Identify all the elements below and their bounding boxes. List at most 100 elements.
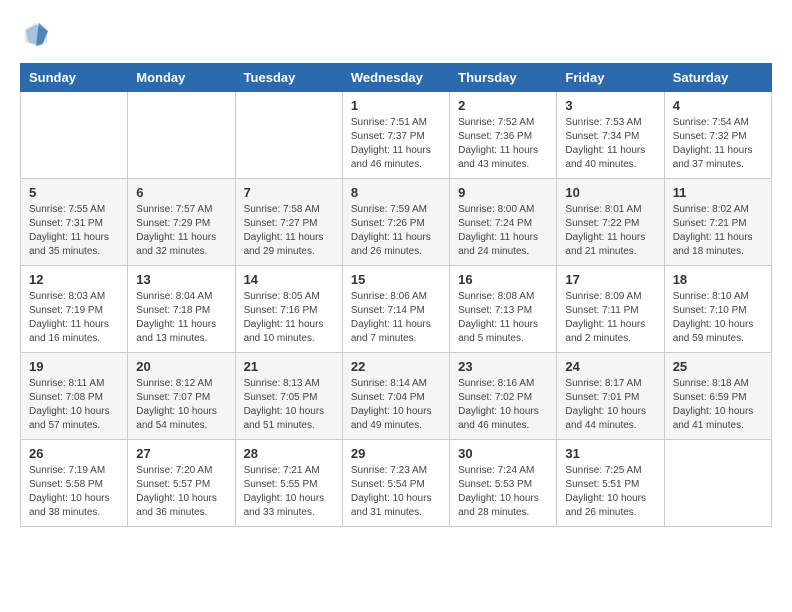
- calendar-cell: 9 Sunrise: 8:00 AMSunset: 7:24 PMDayligh…: [450, 179, 557, 266]
- calendar-week-row: 5 Sunrise: 7:55 AMSunset: 7:31 PMDayligh…: [21, 179, 772, 266]
- day-number: 6: [136, 185, 226, 200]
- day-number: 23: [458, 359, 548, 374]
- calendar-cell: 25 Sunrise: 8:18 AMSunset: 6:59 PMDaylig…: [664, 353, 771, 440]
- day-info: Sunrise: 7:59 AMSunset: 7:26 PMDaylight:…: [351, 204, 431, 257]
- calendar-cell: 11 Sunrise: 8:02 AMSunset: 7:21 PMDaylig…: [664, 179, 771, 266]
- day-info: Sunrise: 8:01 AMSunset: 7:22 PMDaylight:…: [565, 204, 645, 257]
- day-number: 7: [244, 185, 334, 200]
- calendar-cell: 8 Sunrise: 7:59 AMSunset: 7:26 PMDayligh…: [342, 179, 449, 266]
- day-number: 31: [565, 446, 655, 461]
- day-info: Sunrise: 7:55 AMSunset: 7:31 PMDaylight:…: [29, 204, 109, 257]
- calendar-cell: 22 Sunrise: 8:14 AMSunset: 7:04 PMDaylig…: [342, 353, 449, 440]
- day-info: Sunrise: 8:14 AMSunset: 7:04 PMDaylight:…: [351, 378, 432, 431]
- page-header: [20, 20, 772, 53]
- day-info: Sunrise: 7:23 AMSunset: 5:54 PMDaylight:…: [351, 465, 432, 518]
- day-number: 10: [565, 185, 655, 200]
- calendar-cell: 5 Sunrise: 7:55 AMSunset: 7:31 PMDayligh…: [21, 179, 128, 266]
- calendar-cell: 27 Sunrise: 7:20 AMSunset: 5:57 PMDaylig…: [128, 440, 235, 527]
- calendar-cell: 30 Sunrise: 7:24 AMSunset: 5:53 PMDaylig…: [450, 440, 557, 527]
- calendar-cell: [21, 92, 128, 179]
- day-number: 29: [351, 446, 441, 461]
- day-number: 5: [29, 185, 119, 200]
- day-info: Sunrise: 8:16 AMSunset: 7:02 PMDaylight:…: [458, 378, 539, 431]
- day-number: 22: [351, 359, 441, 374]
- calendar-cell: 1 Sunrise: 7:51 AMSunset: 7:37 PMDayligh…: [342, 92, 449, 179]
- weekday-header-monday: Monday: [128, 64, 235, 92]
- day-info: Sunrise: 8:02 AMSunset: 7:21 PMDaylight:…: [673, 204, 753, 257]
- calendar-cell: 7 Sunrise: 7:58 AMSunset: 7:27 PMDayligh…: [235, 179, 342, 266]
- calendar-cell: 18 Sunrise: 8:10 AMSunset: 7:10 PMDaylig…: [664, 266, 771, 353]
- day-number: 3: [565, 98, 655, 113]
- calendar-cell: 21 Sunrise: 8:13 AMSunset: 7:05 PMDaylig…: [235, 353, 342, 440]
- day-info: Sunrise: 7:57 AMSunset: 7:29 PMDaylight:…: [136, 204, 216, 257]
- logo-icon: [22, 20, 50, 48]
- calendar-cell: 16 Sunrise: 8:08 AMSunset: 7:13 PMDaylig…: [450, 266, 557, 353]
- day-info: Sunrise: 8:17 AMSunset: 7:01 PMDaylight:…: [565, 378, 646, 431]
- day-number: 18: [673, 272, 763, 287]
- calendar-cell: 20 Sunrise: 8:12 AMSunset: 7:07 PMDaylig…: [128, 353, 235, 440]
- day-number: 30: [458, 446, 548, 461]
- calendar-cell: 19 Sunrise: 8:11 AMSunset: 7:08 PMDaylig…: [21, 353, 128, 440]
- calendar-week-row: 12 Sunrise: 8:03 AMSunset: 7:19 PMDaylig…: [21, 266, 772, 353]
- day-info: Sunrise: 7:58 AMSunset: 7:27 PMDaylight:…: [244, 204, 324, 257]
- day-number: 26: [29, 446, 119, 461]
- calendar-cell: 17 Sunrise: 8:09 AMSunset: 7:11 PMDaylig…: [557, 266, 664, 353]
- day-number: 27: [136, 446, 226, 461]
- calendar-cell: 4 Sunrise: 7:54 AMSunset: 7:32 PMDayligh…: [664, 92, 771, 179]
- day-number: 15: [351, 272, 441, 287]
- day-info: Sunrise: 8:13 AMSunset: 7:05 PMDaylight:…: [244, 378, 325, 431]
- calendar-cell: 23 Sunrise: 8:16 AMSunset: 7:02 PMDaylig…: [450, 353, 557, 440]
- day-number: 16: [458, 272, 548, 287]
- calendar-cell: 26 Sunrise: 7:19 AMSunset: 5:58 PMDaylig…: [21, 440, 128, 527]
- day-number: 24: [565, 359, 655, 374]
- day-info: Sunrise: 8:12 AMSunset: 7:07 PMDaylight:…: [136, 378, 217, 431]
- day-info: Sunrise: 8:06 AMSunset: 7:14 PMDaylight:…: [351, 291, 431, 344]
- day-number: 28: [244, 446, 334, 461]
- calendar-cell: 10 Sunrise: 8:01 AMSunset: 7:22 PMDaylig…: [557, 179, 664, 266]
- calendar-cell: 12 Sunrise: 8:03 AMSunset: 7:19 PMDaylig…: [21, 266, 128, 353]
- day-number: 19: [29, 359, 119, 374]
- day-number: 1: [351, 98, 441, 113]
- calendar-cell: 15 Sunrise: 8:06 AMSunset: 7:14 PMDaylig…: [342, 266, 449, 353]
- weekday-header-row: SundayMondayTuesdayWednesdayThursdayFrid…: [21, 64, 772, 92]
- day-number: 17: [565, 272, 655, 287]
- day-info: Sunrise: 7:25 AMSunset: 5:51 PMDaylight:…: [565, 465, 646, 518]
- weekday-header-tuesday: Tuesday: [235, 64, 342, 92]
- day-info: Sunrise: 7:20 AMSunset: 5:57 PMDaylight:…: [136, 465, 217, 518]
- weekday-header-friday: Friday: [557, 64, 664, 92]
- day-info: Sunrise: 8:03 AMSunset: 7:19 PMDaylight:…: [29, 291, 109, 344]
- weekday-header-wednesday: Wednesday: [342, 64, 449, 92]
- day-info: Sunrise: 8:04 AMSunset: 7:18 PMDaylight:…: [136, 291, 216, 344]
- day-info: Sunrise: 7:51 AMSunset: 7:37 PMDaylight:…: [351, 117, 431, 170]
- day-number: 25: [673, 359, 763, 374]
- day-info: Sunrise: 7:24 AMSunset: 5:53 PMDaylight:…: [458, 465, 539, 518]
- day-number: 13: [136, 272, 226, 287]
- calendar-cell: 2 Sunrise: 7:52 AMSunset: 7:36 PMDayligh…: [450, 92, 557, 179]
- calendar-week-row: 26 Sunrise: 7:19 AMSunset: 5:58 PMDaylig…: [21, 440, 772, 527]
- day-info: Sunrise: 7:21 AMSunset: 5:55 PMDaylight:…: [244, 465, 325, 518]
- weekday-header-thursday: Thursday: [450, 64, 557, 92]
- calendar-week-row: 19 Sunrise: 8:11 AMSunset: 7:08 PMDaylig…: [21, 353, 772, 440]
- calendar-cell: 13 Sunrise: 8:04 AMSunset: 7:18 PMDaylig…: [128, 266, 235, 353]
- day-info: Sunrise: 8:10 AMSunset: 7:10 PMDaylight:…: [673, 291, 754, 344]
- day-number: 4: [673, 98, 763, 113]
- day-info: Sunrise: 8:05 AMSunset: 7:16 PMDaylight:…: [244, 291, 324, 344]
- calendar-cell: 28 Sunrise: 7:21 AMSunset: 5:55 PMDaylig…: [235, 440, 342, 527]
- weekday-header-sunday: Sunday: [21, 64, 128, 92]
- day-number: 20: [136, 359, 226, 374]
- day-info: Sunrise: 7:19 AMSunset: 5:58 PMDaylight:…: [29, 465, 110, 518]
- calendar-cell: 6 Sunrise: 7:57 AMSunset: 7:29 PMDayligh…: [128, 179, 235, 266]
- calendar-cell: 24 Sunrise: 8:17 AMSunset: 7:01 PMDaylig…: [557, 353, 664, 440]
- weekday-header-saturday: Saturday: [664, 64, 771, 92]
- day-number: 12: [29, 272, 119, 287]
- day-number: 9: [458, 185, 548, 200]
- calendar-cell: 14 Sunrise: 8:05 AMSunset: 7:16 PMDaylig…: [235, 266, 342, 353]
- day-info: Sunrise: 8:11 AMSunset: 7:08 PMDaylight:…: [29, 378, 110, 431]
- calendar-cell: 3 Sunrise: 7:53 AMSunset: 7:34 PMDayligh…: [557, 92, 664, 179]
- logo: [20, 20, 50, 53]
- day-number: 14: [244, 272, 334, 287]
- day-info: Sunrise: 8:18 AMSunset: 6:59 PMDaylight:…: [673, 378, 754, 431]
- calendar-table: SundayMondayTuesdayWednesdayThursdayFrid…: [20, 63, 772, 527]
- day-number: 11: [673, 185, 763, 200]
- day-info: Sunrise: 7:53 AMSunset: 7:34 PMDaylight:…: [565, 117, 645, 170]
